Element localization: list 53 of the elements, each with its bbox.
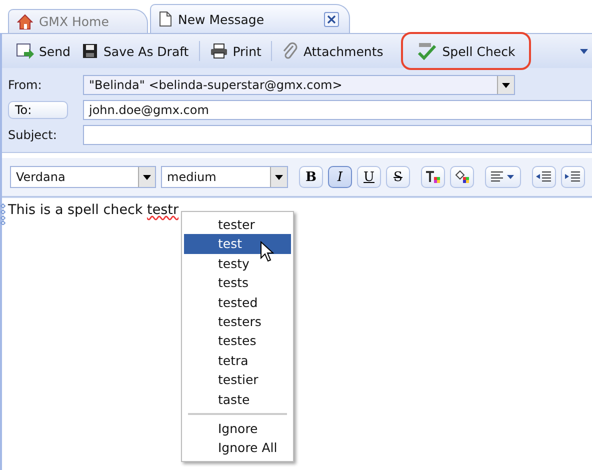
send-icon xyxy=(16,42,34,60)
tab-label: GMX Home xyxy=(39,14,109,29)
outdent-icon[interactable] xyxy=(532,166,556,188)
suggestion-item[interactable]: tested xyxy=(184,292,291,312)
suggestion-item[interactable]: testers xyxy=(184,312,291,332)
dropdown-caret-icon[interactable] xyxy=(580,48,588,54)
toolbar-button[interactable]: Attachments xyxy=(276,38,390,64)
menu-item[interactable]: Ignore xyxy=(184,418,291,438)
toolbar-button[interactable]: Print xyxy=(204,38,268,64)
close-icon[interactable] xyxy=(324,12,339,26)
to-field[interactable]: john.doe@gmx.com xyxy=(83,100,592,120)
toolbar-button[interactable]: Send xyxy=(10,38,76,64)
suggestion-item[interactable]: tests xyxy=(184,273,291,293)
align-left-icon xyxy=(491,171,515,183)
tab[interactable]: New Message xyxy=(150,4,350,33)
suggestion-item[interactable]: testes xyxy=(184,331,291,351)
mouse-pointer-icon xyxy=(260,241,274,263)
suggestion-item[interactable]: testier xyxy=(184,370,291,390)
indent-icon[interactable] xyxy=(561,166,585,188)
tab-label: New Message xyxy=(178,12,266,26)
subject-label: Subject: xyxy=(8,128,58,142)
suggestion-item[interactable]: test xyxy=(184,234,291,254)
subject-field[interactable] xyxy=(83,125,592,145)
size-dropdown[interactable]: medium xyxy=(161,166,288,188)
format-button[interactable]: S xyxy=(386,166,410,188)
suggestion-item[interactable]: taste xyxy=(184,390,291,409)
tab[interactable]: GMX Home xyxy=(8,9,148,33)
format-button[interactable]: U xyxy=(357,166,381,188)
suggestion-item[interactable]: tetra xyxy=(184,350,291,370)
toolbar-button[interactable]: Spell Check xyxy=(403,34,530,68)
format-button[interactable]: I xyxy=(328,166,352,188)
suggestion-item[interactable]: testy xyxy=(184,254,291,274)
caret-icon xyxy=(502,82,510,88)
page-icon xyxy=(159,11,172,27)
format-button[interactable]: B xyxy=(299,166,323,188)
body-text: This is a spell check testr xyxy=(8,202,179,218)
caret-icon xyxy=(275,174,283,180)
from-dropdown[interactable]: "Belinda" <belinda-superstar@gmx.com> xyxy=(83,75,515,95)
font-dropdown[interactable]: Verdana xyxy=(10,166,156,188)
paperclip-icon xyxy=(282,42,298,60)
fill-color-icon[interactable] xyxy=(450,166,474,188)
from-label: From: xyxy=(8,78,43,92)
text-color-icon[interactable] xyxy=(421,166,445,188)
align-dropdown[interactable] xyxy=(485,166,521,188)
resize-handle-icon[interactable] xyxy=(0,203,6,225)
printer-icon xyxy=(210,43,228,59)
house-icon xyxy=(17,14,33,30)
toolbar-button[interactable]: Save As Draft xyxy=(76,38,195,64)
suggestion-item[interactable]: tester xyxy=(184,215,291,234)
caret-icon xyxy=(143,174,151,180)
spellcheck-icon xyxy=(417,42,438,60)
menu-item[interactable]: Ignore All xyxy=(184,438,291,458)
to-button[interactable]: To: xyxy=(8,101,68,119)
